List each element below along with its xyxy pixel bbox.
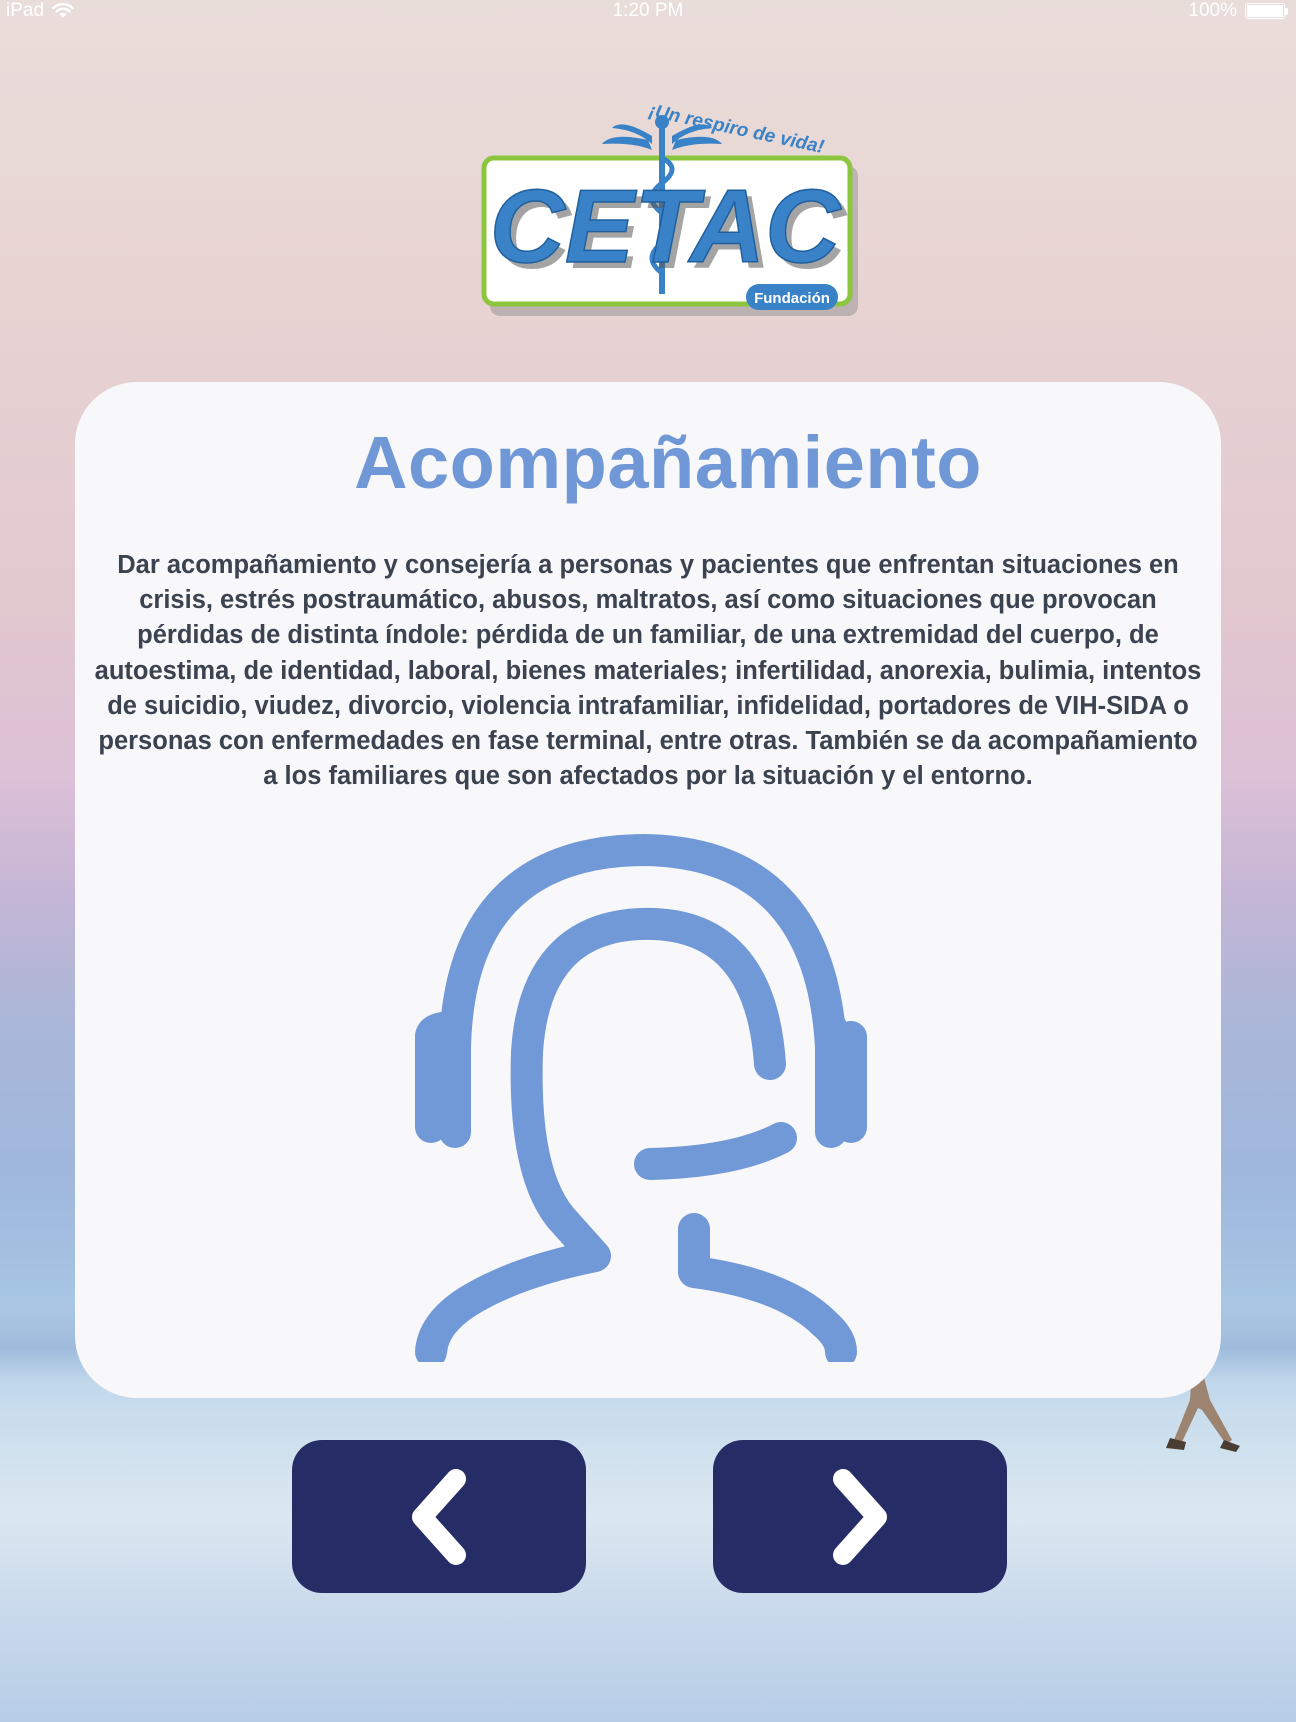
card-description: Dar acompañamiento y consejería a person…	[94, 551, 1202, 791]
status-bar: iPad 1:20 PM 100%	[0, 0, 1296, 26]
card-title: Acompañamiento	[354, 421, 982, 504]
headset-support-icon	[415, 834, 867, 1362]
chevron-right-icon	[833, 1468, 887, 1565]
status-time: 1:20 PM	[612, 0, 684, 21]
battery-icon	[1245, 3, 1288, 19]
cetac-logo: ¡Un respiro de vida! CETAC CETAC Fundaci…	[481, 100, 858, 316]
chevron-left-icon	[412, 1468, 466, 1565]
battery-percent: 100%	[1188, 0, 1237, 21]
logo-subtitle: Fundación	[754, 290, 830, 307]
logo-tagline: ¡Un respiro de vida!	[647, 100, 826, 158]
content-card: Acompañamiento Dar acompañamiento y cons…	[75, 382, 1221, 1398]
next-button[interactable]	[713, 1440, 1007, 1593]
battery-fill	[1247, 5, 1283, 17]
status-right: 100%	[1188, 0, 1288, 22]
previous-button[interactable]	[292, 1440, 586, 1593]
logo-name: CETAC	[490, 169, 842, 285]
